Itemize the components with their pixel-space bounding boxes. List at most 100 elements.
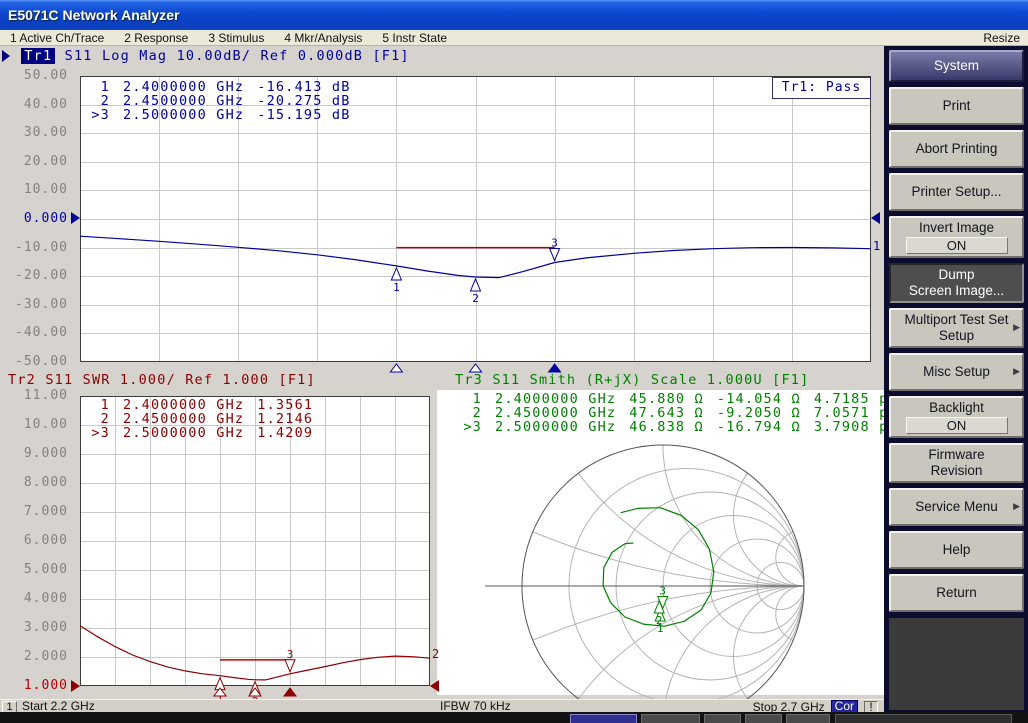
instrument-screen: E5071C Network Analyzer 1 Active Ch/Trac… [0,0,1028,723]
tr2-title: S11 SWR 1.000/ Ref 1.000 [F1] [45,372,316,388]
y-axis-tick: 20.00 [14,155,68,169]
marker-row: >32.5000000 GHz-15.195 dB [86,108,351,122]
tr1-marker-table: 12.4000000 GHz-16.413 dB 22.4500000 GHz-… [86,80,351,122]
sidebar-empty-area [889,618,1024,710]
menu-bar-items: 1 Active Ch/Trace2 Response3 Stimulus4 M… [0,31,457,45]
tr1-ref-marker-right-icon [871,212,880,224]
taskbar-box [745,714,782,723]
tr1-header: Tr1 S11 Log Mag 10.00dB/ Ref 0.000dB [F1… [2,48,410,64]
marker-row: >32.5000000 GHz1.4209 [86,426,313,440]
y-axis-tick: 6.000 [14,534,68,548]
taskbar-box [641,714,700,723]
taskbar-box [570,714,637,723]
button-label: Setup [939,328,974,344]
button-label: Misc Setup [923,364,990,380]
tr1-title: S11 Log Mag 10.00dB/ Ref 0.000dB [F1] [65,48,410,64]
sidebar-button-dump-screen-image-[interactable]: DumpScreen Image... [889,263,1024,303]
y-axis-tick: 11.00 [14,389,68,403]
svg-text:3: 3 [287,648,294,661]
menu-item-3-stimulus[interactable]: 3 Stimulus [198,31,274,45]
tr1-ref-marker-left-icon [71,212,80,224]
submenu-arrow-icon: ▶ [1013,501,1020,512]
menu-item-5-instr-state[interactable]: 5 Instr State [372,31,457,45]
sidebar-button-printer-setup-[interactable]: Printer Setup... [889,173,1024,211]
button-label: Firmware [928,447,984,463]
button-label: Invert Image [919,220,994,236]
svg-text:2: 2 [656,614,663,627]
y-axis-tick: -10.00 [14,241,68,255]
sidebar-button-backlight[interactable]: BacklightON [889,396,1024,438]
button-label: Multiport Test Set [904,312,1008,328]
sidebar-button-misc-setup[interactable]: Misc Setup ▶ [889,353,1024,391]
y-axis-tick: 8.000 [14,476,68,490]
button-label: Return [936,585,977,601]
tr2-chart: 123 [80,396,430,699]
marker-row: 12.4000000 GHz1.3561 [86,398,313,412]
toggle-state[interactable]: ON [906,237,1008,254]
status-stop-frequency: Stop 2.7 GHz [753,701,825,713]
y-axis-tick: 1.000 [14,679,68,693]
status-ifbw: IFBW 70 kHz [440,700,511,712]
tr3-marker-table: 12.4000000 GHz45.880 Ω-14.054 Ω4.7185 pF… [458,392,884,434]
sidebar-button-print[interactable]: Print [889,87,1024,125]
y-axis-tick: 4.000 [14,592,68,606]
marker-row: 12.4000000 GHz45.880 Ω-14.054 Ω4.7185 pF [458,392,884,406]
y-axis-tick: -30.00 [14,298,68,312]
y-axis-tick: 7.000 [14,505,68,519]
sidebar-button-invert-image[interactable]: Invert ImageON [889,216,1024,258]
menu-item-1-active-ch-trace[interactable]: 1 Active Ch/Trace [0,31,114,45]
window-title: E5071C Network Analyzer [8,7,179,23]
svg-text:2: 2 [472,292,479,305]
sidebar-button-system[interactable]: System [889,50,1024,82]
sidebar-button-service-menu[interactable]: Service Menu ▶ [889,488,1024,526]
svg-text:1: 1 [393,281,400,294]
toggle-state[interactable]: ON [906,417,1008,434]
y-axis-tick: 5.000 [14,563,68,577]
sidebar-button-firmware-revision[interactable]: FirmwareRevision [889,443,1024,483]
tr3-header: Tr3 S11 Smith (R+jX) Scale 1.000U [F1] [455,372,809,388]
y-axis-tick: -50.00 [14,355,68,369]
alert-indicator: ! [864,701,878,713]
tr3-label[interactable]: Tr3 [455,372,483,388]
submenu-arrow-icon: ▶ [1013,322,1020,333]
tr2-label[interactable]: Tr2 [8,372,36,388]
status-start-frequency: Start 2.2 GHz [22,700,95,712]
menu-bar: 1 Active Ch/Trace2 Response3 Stimulus4 M… [0,30,1028,46]
sidebar-button-multiport-test-set-setup[interactable]: Multiport Test SetSetup ▶ [889,308,1024,348]
y-axis-tick: 9.000 [14,447,68,461]
tr1-label[interactable]: Tr1 [21,48,55,64]
marker-row: 22.4500000 GHz-20.275 dB [86,94,351,108]
display-area: Tr1 S11 Log Mag 10.00dB/ Ref 0.000dB [F1… [0,46,884,699]
button-label: Backlight [929,400,984,416]
menu-item-resize[interactable]: Resize [975,31,1028,45]
marker-row: 22.4500000 GHz1.2146 [86,412,313,426]
menu-item-4-mkr-analysis[interactable]: 4 Mkr/Analysis [274,31,372,45]
taskbar-box [704,714,741,723]
tr2-ref-marker-left-icon [71,680,80,692]
bottom-taskbar-strip [0,712,1028,723]
sidebar-button-help[interactable]: Help [889,531,1024,569]
button-label: Service Menu [915,499,998,515]
svg-text:3: 3 [659,585,666,598]
button-label: Printer Setup... [911,184,1001,200]
sidebar-button-return[interactable]: Return [889,574,1024,612]
marker-row: 22.4500000 GHz47.643 Ω-9.2050 Ω7.0571 pF [458,406,884,420]
y-axis-tick: -20.00 [14,269,68,283]
sidebar-button-abort-printing[interactable]: Abort Printing [889,130,1024,168]
y-axis-tick: 10.00 [14,418,68,432]
y-axis-tick: 0.000 [14,212,68,226]
y-axis-tick: 50.00 [14,69,68,83]
tr3-title: S11 Smith (R+jX) Scale 1.000U [F1] [492,372,809,388]
tr2-header: Tr2 S11 SWR 1.000/ Ref 1.000 [F1] [8,372,316,388]
taskbar-clock-box [835,714,1012,723]
y-axis-tick: -40.00 [14,326,68,340]
button-label: Screen Image... [909,283,1004,299]
button-label: System [934,58,979,74]
active-trace-arrow-icon [2,50,10,62]
title-bar: E5071C Network Analyzer [0,0,1028,30]
menu-item-2-response[interactable]: 2 Response [114,31,198,45]
tr2-marker-table: 12.4000000 GHz1.3561 22.4500000 GHz1.214… [86,398,313,440]
submenu-arrow-icon: ▶ [1013,366,1020,377]
tr2-trace-number: 2 [432,648,439,660]
button-label: Help [943,542,971,558]
